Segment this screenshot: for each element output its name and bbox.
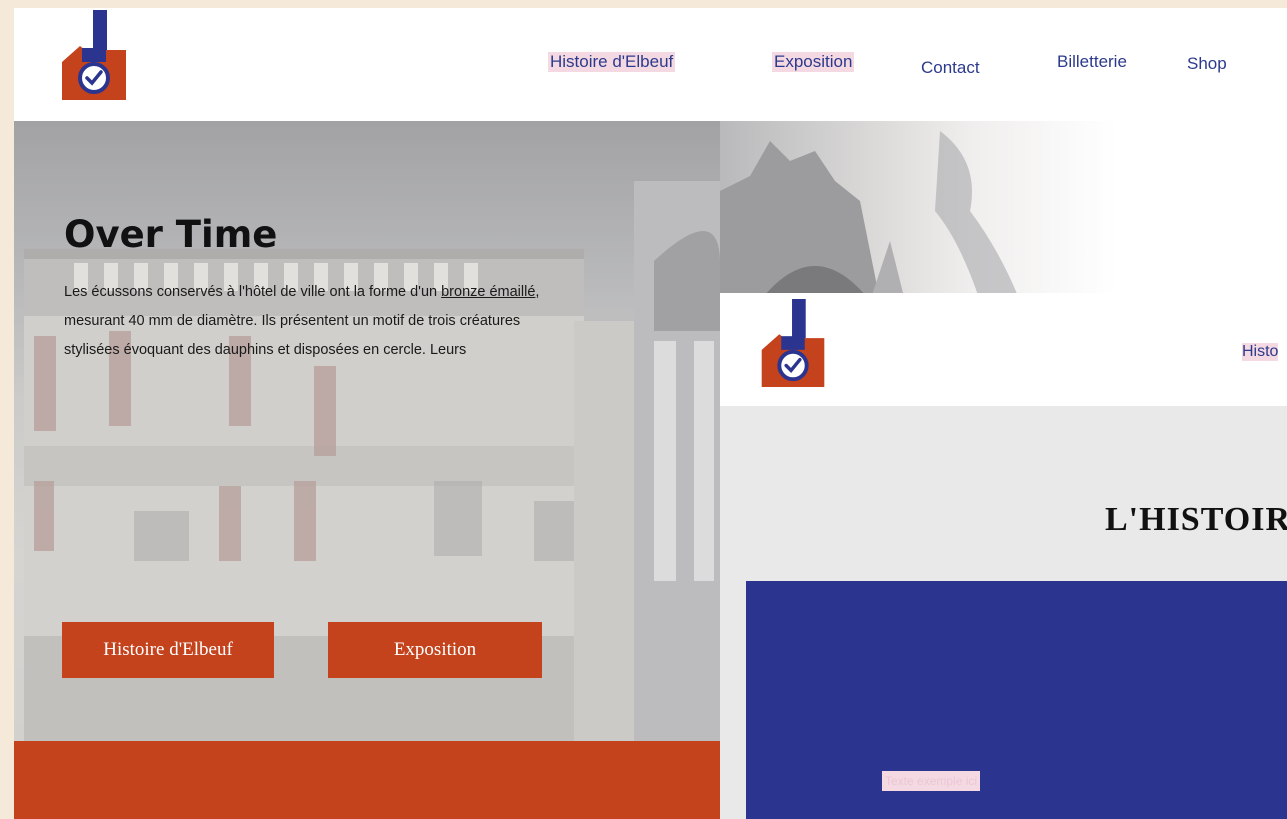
footer-bar <box>14 741 720 819</box>
history-content-panel: Texte exemple ici <box>746 581 1287 819</box>
histoire-button[interactable]: Histoire d'Elbeuf <box>62 622 274 678</box>
panel-highlighted-label: Texte exemple ici <box>882 771 981 791</box>
history-page-title: L'HISTOIR <box>1105 501 1287 538</box>
exposition-button[interactable]: Exposition <box>328 622 542 678</box>
history-header: Histo <box>720 293 1287 406</box>
history-page-screenshot: Histo L'HISTOIR Texte exemple ici <box>720 293 1287 819</box>
tower-photo <box>720 131 1020 301</box>
hero-sky <box>720 121 1287 301</box>
main-nav: Histoire d'Elbeuf Exposition Contact Bil… <box>14 52 1287 82</box>
nav-item-histoire[interactable]: Histoire d'Elbeuf <box>548 52 676 72</box>
nav-item-billetterie[interactable]: Billetterie <box>1057 52 1127 72</box>
factory-clock-logo-icon[interactable] <box>758 299 828 389</box>
hero-text-start: Les écussons conservés à l'hôtel de vill… <box>64 284 442 300</box>
history-nav-item[interactable]: Histo <box>1242 343 1279 361</box>
hero-paragraph: Les écussons conservés à l'hôtel de vill… <box>64 278 574 365</box>
hero-title: Over Time <box>64 213 278 256</box>
nav-item-contact[interactable]: Contact <box>921 58 980 78</box>
nav-item-exposition[interactable]: Exposition <box>772 52 855 72</box>
nav-item-shop[interactable]: Shop <box>1187 54 1227 74</box>
hero-text-link[interactable]: bronze émaillé <box>441 284 535 300</box>
site-header: Histoire d'Elbeuf Exposition Contact Bil… <box>14 8 1287 122</box>
